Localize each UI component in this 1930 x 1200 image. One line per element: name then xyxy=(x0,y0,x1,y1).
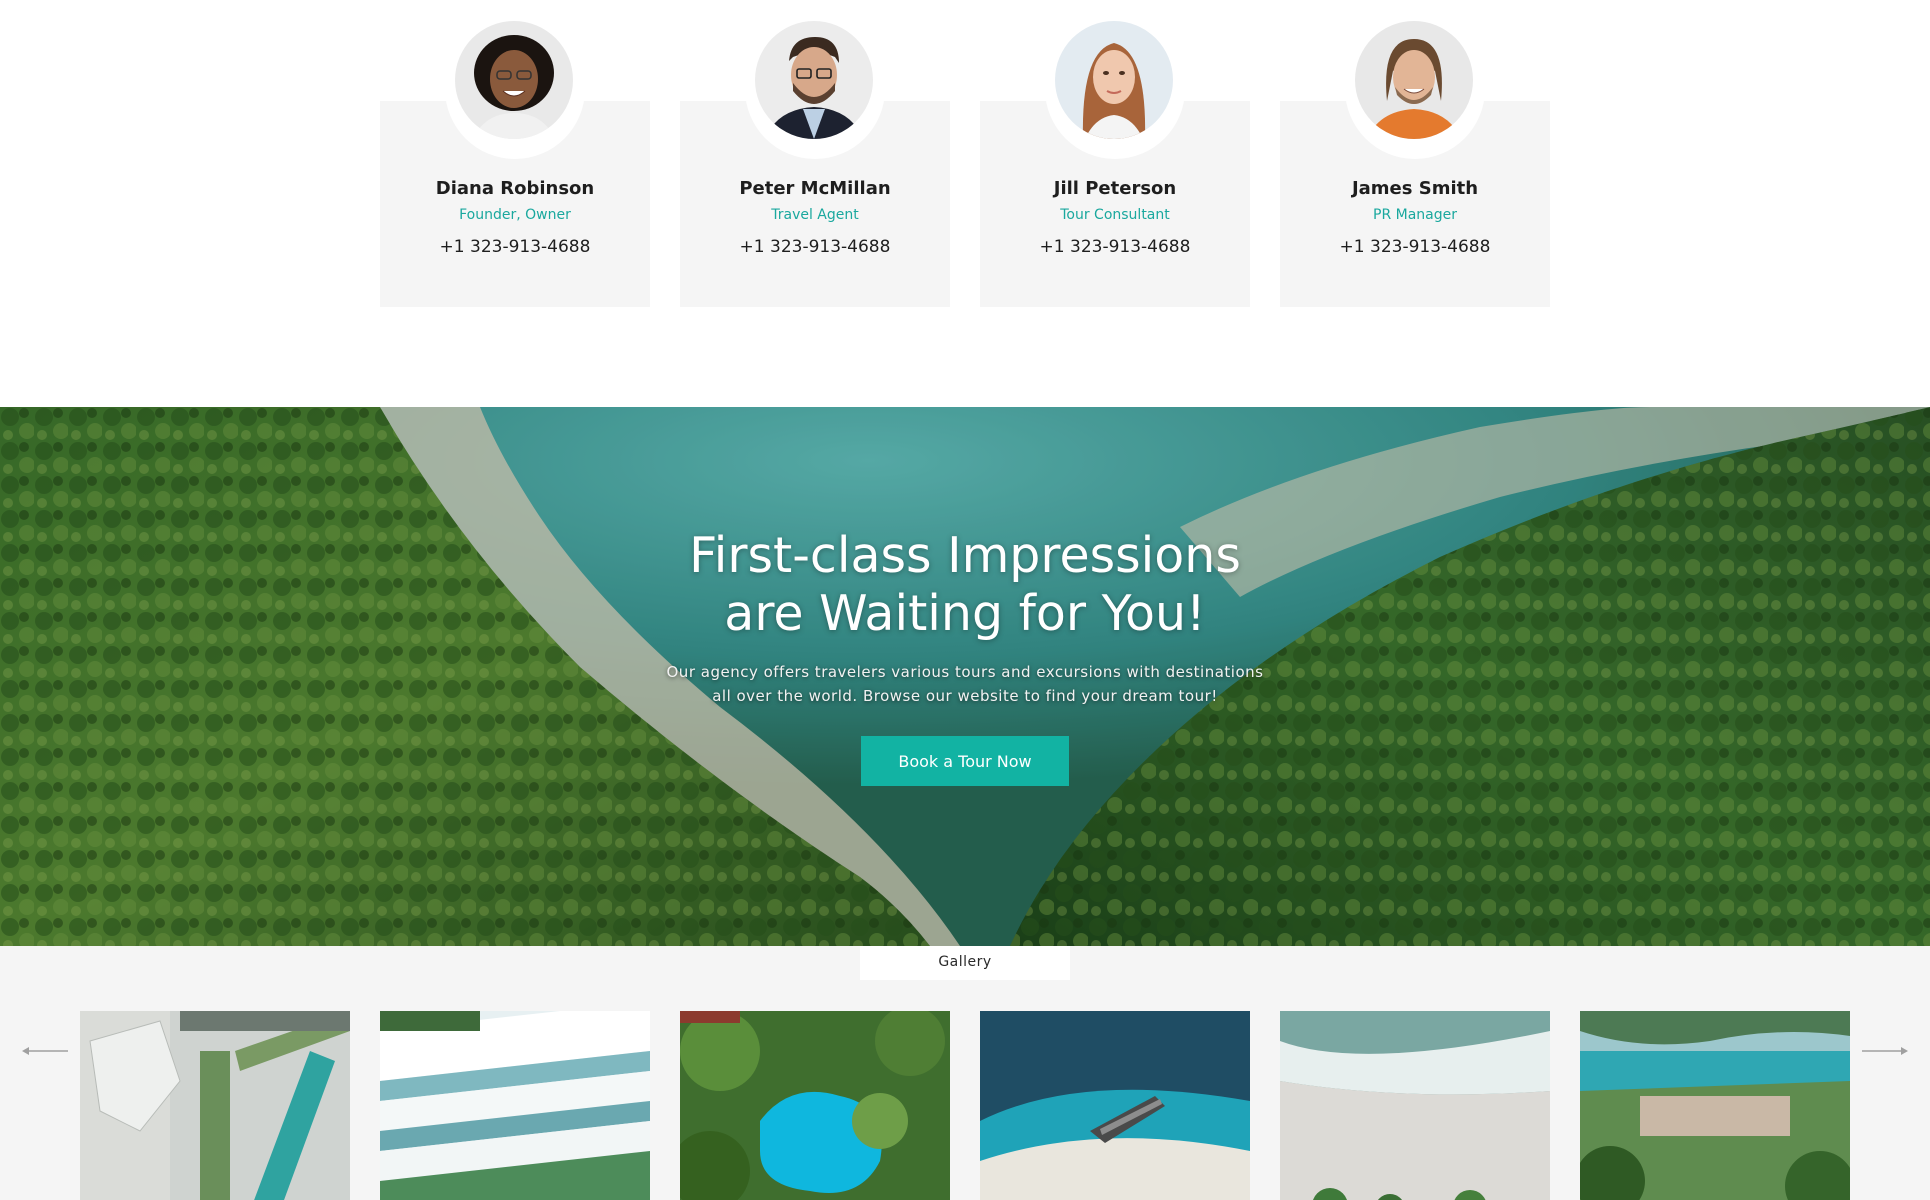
avatar-photo-icon xyxy=(1055,21,1173,139)
page: Diana Robinson Founder, Owner +1 323-913… xyxy=(0,0,1930,1200)
member-name: James Smith xyxy=(1351,178,1479,199)
avatar-frame xyxy=(745,19,885,159)
team-card: James Smith PR Manager +1 323-913-4688 xyxy=(1280,19,1550,307)
gallery-thumbnail[interactable] xyxy=(1280,1011,1550,1200)
avatar xyxy=(755,21,873,139)
gallery-photo-icon xyxy=(680,1011,950,1200)
gallery-thumbnail[interactable] xyxy=(380,1011,650,1200)
gallery-thumbnail[interactable] xyxy=(1580,1011,1850,1200)
gallery-section: Gallery xyxy=(0,946,1930,1200)
gallery-label: Gallery xyxy=(860,946,1070,980)
avatar-photo-icon xyxy=(755,21,873,139)
gallery-photo-icon xyxy=(980,1011,1250,1200)
hero-description-line: all over the world. Browse our website t… xyxy=(712,687,1218,705)
gallery-next-button[interactable] xyxy=(1862,1041,1912,1061)
member-role: PR Manager xyxy=(1373,207,1457,223)
avatar xyxy=(1055,21,1173,139)
avatar-photo-icon xyxy=(455,21,573,139)
gallery-photo-icon xyxy=(80,1011,350,1200)
hero-description: Our agency offers travelers various tour… xyxy=(640,660,1290,708)
arrow-left-icon xyxy=(22,1047,68,1055)
member-phone[interactable]: +1 323-913-4688 xyxy=(1280,237,1550,257)
member-phone[interactable]: +1 323-913-4688 xyxy=(680,237,950,257)
avatar-frame xyxy=(445,19,585,159)
avatar-frame xyxy=(1345,19,1485,159)
team-section: Diana Robinson Founder, Owner +1 323-913… xyxy=(0,0,1930,407)
member-name: Peter McMillan xyxy=(739,178,891,199)
team-card: Diana Robinson Founder, Owner +1 323-913… xyxy=(380,19,650,307)
member-role: Tour Consultant xyxy=(1060,207,1170,223)
gallery-prev-button[interactable] xyxy=(18,1041,68,1061)
gallery-photo-icon xyxy=(380,1011,650,1200)
gallery-photo-icon xyxy=(1280,1011,1550,1200)
hero-banner: First-class Impressions are Waiting for … xyxy=(0,407,1930,946)
member-role: Founder, Owner xyxy=(459,207,571,223)
member-phone[interactable]: +1 323-913-4688 xyxy=(380,237,650,257)
member-name: Jill Peterson xyxy=(1053,178,1177,199)
member-name: Diana Robinson xyxy=(435,178,595,199)
team-card: Jill Peterson Tour Consultant +1 323-913… xyxy=(980,19,1250,307)
book-tour-button[interactable]: Book a Tour Now xyxy=(861,736,1069,786)
arrow-right-icon xyxy=(1862,1047,1908,1055)
gallery-thumbnail[interactable] xyxy=(680,1011,950,1200)
hero-title: First-class Impressions are Waiting for … xyxy=(565,527,1365,643)
gallery-thumbnail[interactable] xyxy=(980,1011,1250,1200)
avatar xyxy=(1355,21,1473,139)
avatar xyxy=(455,21,573,139)
gallery-photo-icon xyxy=(1580,1011,1850,1200)
avatar-frame xyxy=(1045,19,1185,159)
hero-title-line: are Waiting for You! xyxy=(724,585,1206,642)
gallery-thumbnail[interactable] xyxy=(80,1011,350,1200)
team-card: Peter McMillan Travel Agent +1 323-913-4… xyxy=(680,19,950,307)
member-role: Travel Agent xyxy=(771,207,859,223)
member-phone[interactable]: +1 323-913-4688 xyxy=(980,237,1250,257)
hero-description-line: Our agency offers travelers various tour… xyxy=(666,663,1264,681)
avatar-photo-icon xyxy=(1355,21,1473,139)
hero-title-line: First-class Impressions xyxy=(689,527,1241,584)
